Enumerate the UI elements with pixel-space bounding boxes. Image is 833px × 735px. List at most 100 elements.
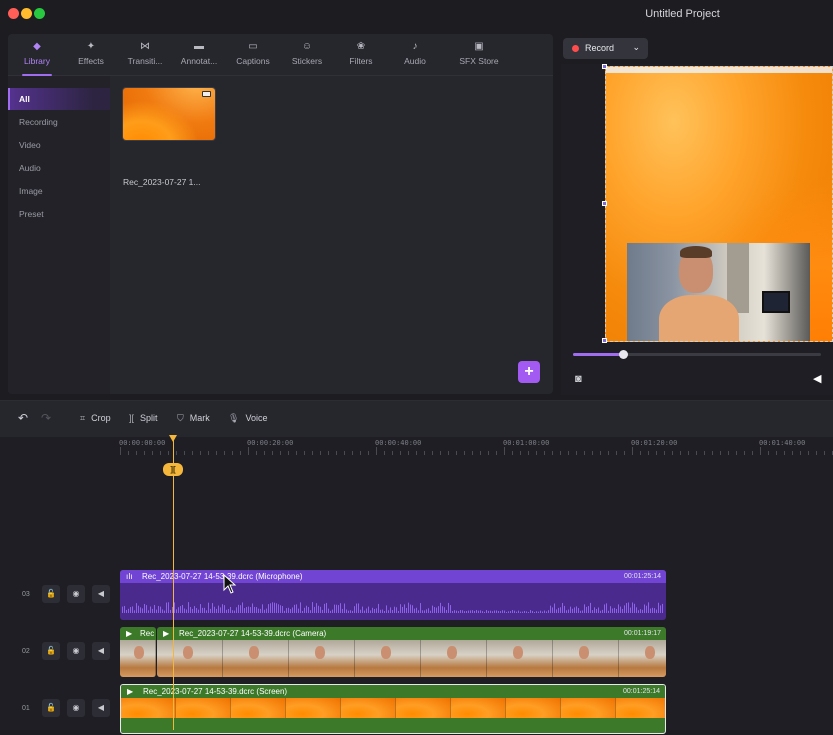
waveform-bar xyxy=(438,606,439,613)
redo-icon[interactable]: ↷ xyxy=(41,411,51,425)
eye-icon[interactable]: ◉ xyxy=(67,699,85,717)
lock-icon[interactable]: 🔓 xyxy=(42,699,60,717)
waveform-bar xyxy=(218,605,219,613)
volume-icon[interactable]: ◀ xyxy=(813,372,821,385)
sidebar-item-image[interactable]: Image xyxy=(8,180,110,202)
camera-clip[interactable]: ▶ Rec_2023-07-27 14-53-39.dcrc (Camera) … xyxy=(157,627,666,677)
voice-button[interactable]: 🎙 Voice xyxy=(228,413,267,424)
waveform-bar xyxy=(636,607,637,613)
sidebar-item-recording[interactable]: Recording xyxy=(8,111,110,133)
shield-icon: ⛉ xyxy=(177,413,184,423)
waveform-bar xyxy=(446,609,447,613)
waveform-bar xyxy=(280,605,281,613)
time-ruler[interactable]: 00:00:00:00 00:00:20:00 00:00:40:00 00:0… xyxy=(0,437,833,455)
waveform-bar xyxy=(616,608,617,613)
waveform-bar xyxy=(506,611,507,613)
resize-handle[interactable] xyxy=(602,64,607,69)
tab-library[interactable]: ◆ Library xyxy=(8,40,66,76)
media-thumbnail[interactable] xyxy=(122,87,216,141)
split-button[interactable]: ][Split xyxy=(129,413,158,423)
screen-clip[interactable]: ▶ Rec_2023-07-27 14-53-39.dcrc (Screen) … xyxy=(120,684,666,734)
preview-canvas[interactable] xyxy=(605,66,833,342)
camera-clip[interactable]: ▶ Rec xyxy=(120,627,156,677)
waveform-bar xyxy=(476,610,477,613)
audio-clip[interactable]: ıIı Rec_2023-07-27 14-53-39.dcrc (Microp… xyxy=(120,570,666,620)
waveform-bar xyxy=(194,606,195,613)
waveform-bar xyxy=(148,610,149,613)
resize-handle[interactable] xyxy=(602,201,607,206)
seek-knob[interactable] xyxy=(618,350,628,359)
clip-name: Rec_2023-07-27 14-53-39.dcrc (Camera) xyxy=(179,629,327,638)
split-marker[interactable]: ][ xyxy=(163,463,183,476)
waveform-bar xyxy=(246,607,247,613)
speaker-icon[interactable]: ◀ xyxy=(92,585,110,603)
add-media-button[interactable]: + xyxy=(518,361,540,383)
tab-effects[interactable]: ✦ Effects xyxy=(62,40,120,74)
resize-handle[interactable] xyxy=(602,338,607,343)
waveform-bar xyxy=(298,608,299,613)
sidebar-item-preset[interactable]: Preset xyxy=(8,203,110,225)
zoom-window-button[interactable] xyxy=(34,8,45,19)
speaker-icon[interactable]: ◀ xyxy=(92,642,110,660)
sidebar-item-video[interactable]: Video xyxy=(8,134,110,156)
undo-icon[interactable]: ↶ xyxy=(18,411,28,425)
waveform-bar xyxy=(488,610,489,613)
lock-icon[interactable]: 🔓 xyxy=(42,642,60,660)
waveform-bar xyxy=(626,603,627,613)
waveform-bar xyxy=(328,608,329,613)
crop-button[interactable]: ⌗ Crop xyxy=(80,413,111,424)
waveform-bar xyxy=(550,605,551,613)
minimize-window-button[interactable] xyxy=(21,8,32,19)
waveform-bar xyxy=(432,605,433,613)
waveform-bar xyxy=(318,605,319,613)
sidebar-item-all[interactable]: All xyxy=(8,88,110,110)
speaker-icon[interactable]: ◀ xyxy=(92,699,110,717)
ruler-tick xyxy=(264,451,265,455)
waveform-bar xyxy=(442,606,443,613)
waveform-bar xyxy=(160,606,161,613)
playhead[interactable] xyxy=(173,436,174,730)
ruler-tick xyxy=(512,451,513,455)
ruler-tick xyxy=(440,451,441,455)
preview-seek-bar[interactable] xyxy=(573,350,821,359)
waveform-bar xyxy=(332,609,333,613)
tab-captions[interactable]: ▭ Captions xyxy=(224,40,282,74)
record-button[interactable]: Record ⌄ xyxy=(563,38,648,59)
tab-sfx-store[interactable]: ▣ SFX Store xyxy=(449,40,509,74)
eye-icon[interactable]: ◉ xyxy=(67,585,85,603)
lock-icon[interactable]: 🔓 xyxy=(42,585,60,603)
tab-label: Filters xyxy=(349,56,373,66)
ruler-tick xyxy=(344,451,345,455)
waveform-bar xyxy=(378,603,379,613)
snapshot-camera-icon[interactable]: ◙ xyxy=(575,373,582,385)
clip-frame xyxy=(341,698,396,718)
tab-audio[interactable]: ♪ Audio xyxy=(386,40,444,74)
tab-label: Stickers xyxy=(291,56,323,66)
chevron-down-icon[interactable]: ⌄ xyxy=(632,42,640,53)
close-window-button[interactable] xyxy=(8,8,19,19)
waveform-bar xyxy=(138,605,139,613)
ruler-tick xyxy=(816,451,817,455)
waveform-bar xyxy=(394,606,395,613)
clip-frame xyxy=(121,698,176,718)
camera-overlay[interactable] xyxy=(627,243,810,341)
waveform-bar xyxy=(508,611,509,613)
waveform-bar xyxy=(294,604,295,613)
ruler-tick xyxy=(464,451,465,455)
mark-button[interactable]: ⛉ Mark xyxy=(177,413,210,424)
tab-filters[interactable]: ❀ Filters xyxy=(332,40,390,74)
sidebar-item-audio[interactable]: Audio xyxy=(8,157,110,179)
waveform-bar xyxy=(634,603,635,613)
tab-stickers[interactable]: ☺ Stickers xyxy=(278,40,336,74)
waveform-bar xyxy=(526,611,527,613)
ruler-tick xyxy=(720,451,721,455)
tab-transitions[interactable]: ⋈ Transiti... xyxy=(116,40,174,74)
waveform-bar xyxy=(258,608,259,613)
eye-icon[interactable]: ◉ xyxy=(67,642,85,660)
waveform-bar xyxy=(310,610,311,613)
ruler-tick xyxy=(128,451,129,455)
waveform-bar xyxy=(486,610,487,613)
waveform-bar xyxy=(336,604,337,613)
tab-annotations[interactable]: ▬ Annotat... xyxy=(170,40,228,74)
waveform-bar xyxy=(480,610,481,613)
